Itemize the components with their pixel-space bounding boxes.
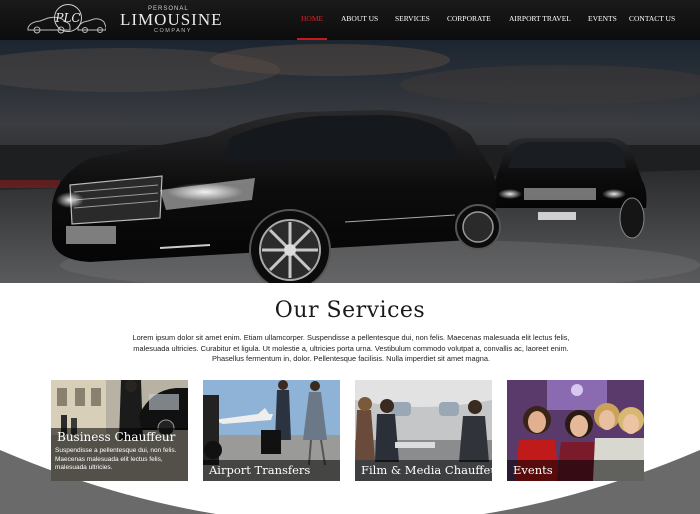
nav-contact-us[interactable]: CONTACT US <box>629 0 675 40</box>
service-card-airport-transfers[interactable]: Airport Transfers <box>203 380 340 481</box>
nav-airport-travel[interactable]: AIRPORT TRAVEL <box>509 0 571 40</box>
card-title: Business Chauffeur <box>57 430 176 444</box>
card-title: Film & Media Chauffeur <box>361 463 492 477</box>
service-card-events[interactable]: Events <box>507 380 644 481</box>
nav-home[interactable]: HOME <box>296 0 328 40</box>
service-card-business-chauffeur[interactable]: Business Chauffeur Suspendisse a pellent… <box>51 380 188 481</box>
nav-events[interactable]: EVENTS <box>588 0 617 40</box>
logo-emblem: PLC <box>54 4 82 32</box>
nav-about-us[interactable]: ABOUT US <box>341 0 378 40</box>
services-description: Lorem ipsum dolor sit amet enim. Etiam u… <box>132 333 570 363</box>
card-title: Airport Transfers <box>209 463 311 477</box>
logo-main-text: LIMOUSINE <box>120 10 223 29</box>
logo[interactable]: PLC PERSONAL LIMOUSINE COMPANY <box>26 2 226 38</box>
hero-banner <box>0 40 700 283</box>
card-description: Suspendisse a pellentesque dui, non feli… <box>55 447 177 472</box>
nav-services[interactable]: SERVICES <box>395 0 430 40</box>
service-card-film-media-chauffeur[interactable]: Film & Media Chauffeur <box>355 380 492 481</box>
services-title: Our Services <box>274 298 426 323</box>
logo-bottom-text: COMPANY <box>154 28 192 34</box>
nav-corporate[interactable]: CORPORATE <box>447 0 491 40</box>
hero-limousine-image <box>0 40 700 283</box>
site-header: PLC PERSONAL LIMOUSINE COMPANY HOME ABOU… <box>0 0 700 40</box>
card-title: Events <box>513 463 553 477</box>
